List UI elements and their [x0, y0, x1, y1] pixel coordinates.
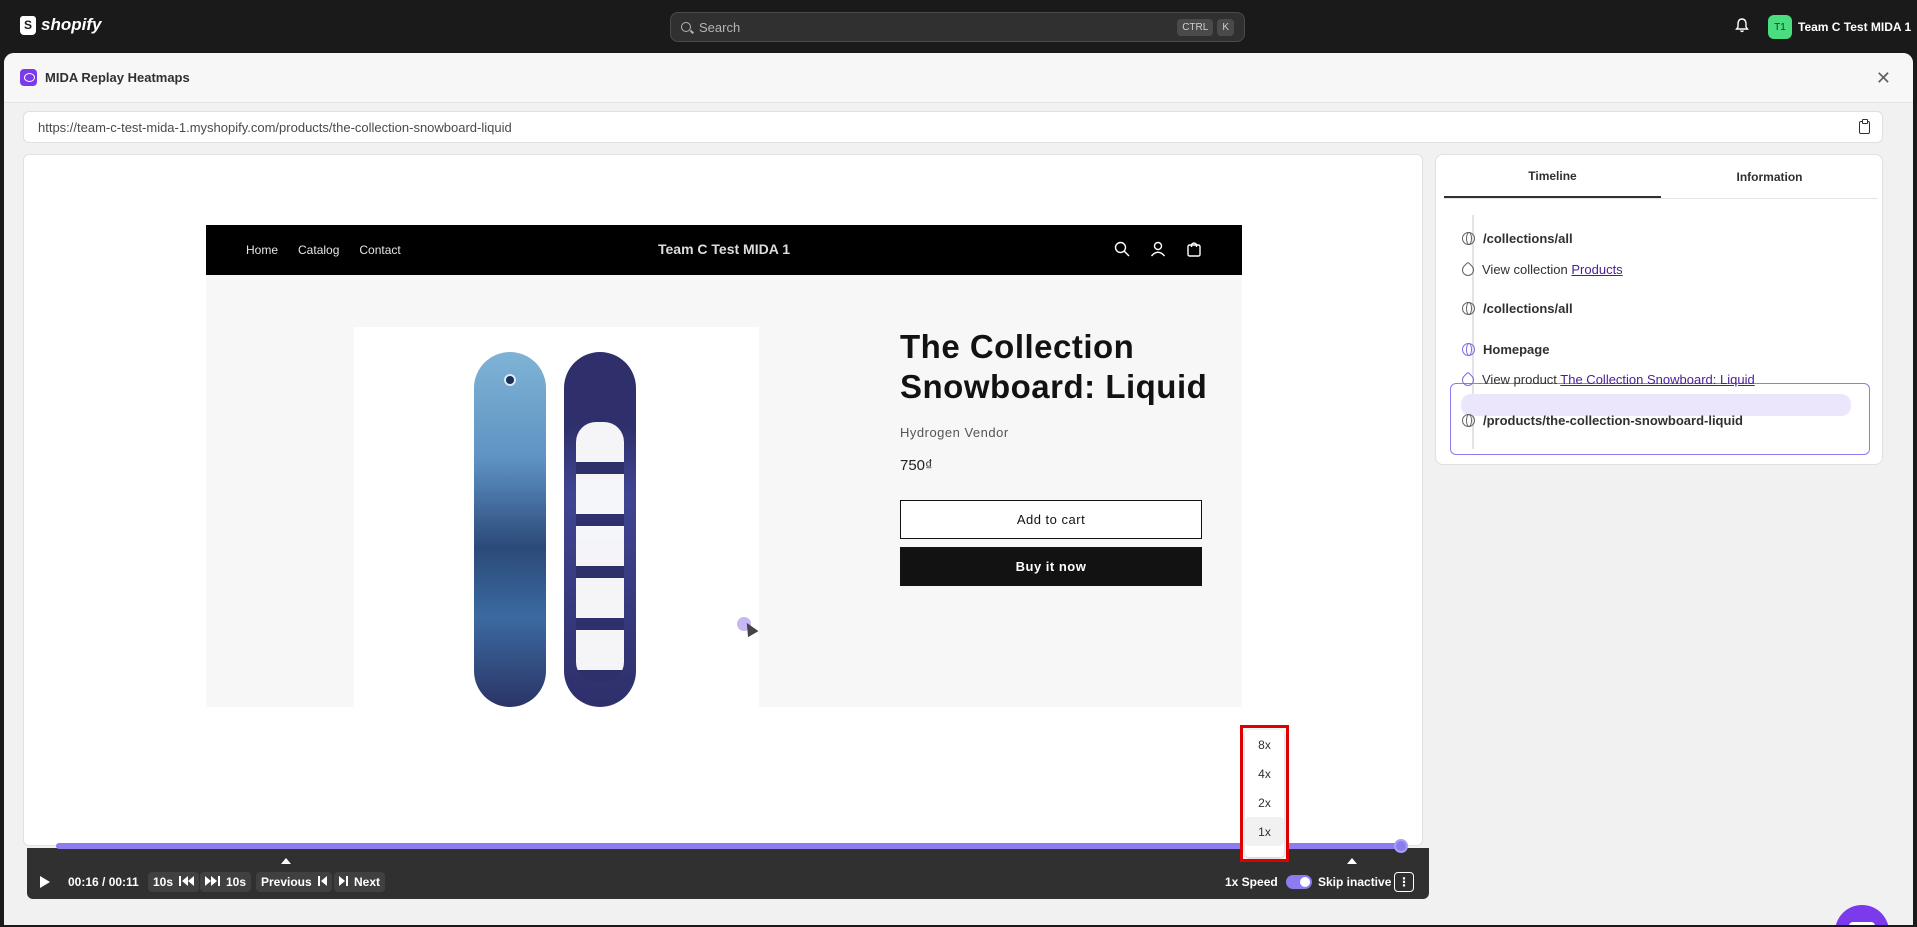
more-options-button[interactable]: ⋮	[1394, 872, 1414, 892]
store-account-icon[interactable]	[1150, 241, 1166, 257]
time-display: 00:16 / 00:11	[68, 875, 139, 889]
globe-icon	[1462, 414, 1475, 427]
timeline-item[interactable]: /collections/all	[1462, 231, 1573, 246]
product-vendor: Hydrogen Vendor	[900, 425, 1009, 440]
globe-icon	[1462, 343, 1475, 356]
shortcut-k: K	[1217, 18, 1234, 36]
search-input[interactable]: Search CTRL K	[670, 12, 1245, 42]
url-bar: https://team-c-test-mida-1.myshopify.com…	[23, 111, 1883, 143]
skip-inactive-control[interactable]: Skip inactive	[1286, 871, 1391, 893]
forward-label: 10s	[226, 875, 247, 889]
shopify-bag-icon	[20, 15, 36, 35]
speed-option-1x[interactable]: 1x	[1245, 817, 1284, 846]
globe-icon	[1462, 302, 1475, 315]
rewind-icon	[178, 875, 195, 889]
speed-menu: 8x 4x 2x 1x	[1245, 730, 1284, 857]
timeline-panel: Timeline Information /collections/all Vi…	[1435, 154, 1883, 465]
play-icon	[40, 876, 50, 888]
user-menu[interactable]: T1 Team C Test MIDA 1	[1768, 15, 1911, 39]
add-to-cart-button[interactable]: Add to cart	[900, 500, 1202, 539]
app-title: MIDA Replay Heatmaps	[45, 70, 190, 85]
timeline-item[interactable]: /collections/all	[1462, 301, 1573, 316]
speed-option-2x[interactable]: 2x	[1245, 788, 1284, 817]
product-image	[354, 327, 759, 707]
timeline-item[interactable]: View product The Collection Snowboard: L…	[1459, 371, 1755, 388]
app-frame: MIDA Replay Heatmaps ✕ https://team-c-te…	[4, 53, 1913, 925]
progress-bar[interactable]	[56, 839, 1408, 853]
rewind-10s-button[interactable]: 10s	[148, 872, 200, 892]
tab-timeline[interactable]: Timeline	[1444, 155, 1661, 198]
product-price: 750₫	[900, 457, 933, 474]
next-icon	[339, 875, 349, 889]
chat-button[interactable]	[1835, 905, 1889, 925]
timeline-item-text: /collections/all	[1483, 301, 1573, 316]
product-info: The Collection Snowboard: Liquid Hydroge…	[900, 327, 1210, 586]
timeline-item[interactable]: /products/the-collection-snowboard-liqui…	[1462, 413, 1743, 428]
forward-icon	[205, 875, 221, 889]
forward-10s-button[interactable]: 10s	[200, 872, 252, 892]
tag-icon	[1459, 261, 1477, 278]
snowboard-blue-image	[474, 352, 546, 707]
skip-inactive-label: Skip inactive	[1318, 875, 1392, 889]
previous-button[interactable]: Previous	[256, 872, 332, 892]
tag-icon	[1459, 371, 1477, 388]
buy-now-button[interactable]: Buy it now	[900, 547, 1202, 586]
speed-option-4x[interactable]: 4x	[1245, 759, 1284, 788]
app-header: MIDA Replay Heatmaps ✕	[4, 53, 1913, 103]
search-icon	[681, 22, 691, 32]
user-name: Team C Test MIDA 1	[1798, 20, 1912, 34]
snowboard-purple-image	[564, 352, 636, 707]
store-name[interactable]: Team C Test MIDA 1	[206, 241, 1242, 257]
speed-button[interactable]: 1x Speed	[1225, 871, 1278, 893]
store-nav: Home Catalog Contact Team C Test MIDA 1	[206, 225, 1242, 275]
shortcut-ctrl: CTRL	[1177, 18, 1214, 36]
timeline-marker[interactable]	[1347, 858, 1357, 864]
timeline-item[interactable]: View collection Products	[1459, 261, 1623, 278]
previous-icon	[317, 875, 327, 889]
product-title: The Collection Snowboard: Liquid	[900, 328, 1208, 405]
next-button[interactable]: Next	[334, 872, 386, 892]
store-preview: Home Catalog Contact Team C Test MIDA 1 …	[206, 225, 1242, 707]
store-cart-icon[interactable]	[1186, 241, 1202, 257]
app-logo-icon	[20, 69, 37, 86]
timeline-item-prefix: View collection	[1482, 262, 1572, 277]
timeline-item-link[interactable]: Products	[1571, 262, 1622, 277]
timeline-marker[interactable]	[281, 858, 291, 864]
shopify-topbar: shopify Search CTRL K T1 Team C Test MID…	[0, 0, 1917, 53]
play-button[interactable]	[40, 871, 50, 893]
store-search-icon[interactable]	[1114, 241, 1130, 257]
avatar: T1	[1768, 15, 1792, 39]
shopify-logo[interactable]: shopify	[20, 15, 101, 35]
tab-information[interactable]: Information	[1661, 155, 1878, 198]
shopify-brand-text: shopify	[41, 15, 102, 34]
previous-label: Previous	[261, 875, 312, 889]
search-placeholder: Search	[699, 19, 741, 35]
replay-player: Home Catalog Contact Team C Test MIDA 1 …	[23, 154, 1423, 846]
speed-option-8x[interactable]: 8x	[1245, 730, 1284, 759]
bell-icon[interactable]	[1735, 18, 1749, 33]
globe-icon	[1462, 232, 1475, 245]
url-text: https://team-c-test-mida-1.myshopify.com…	[38, 119, 512, 135]
rewind-label: 10s	[153, 875, 174, 889]
skip-inactive-toggle[interactable]	[1286, 875, 1312, 889]
clipboard-icon[interactable]	[1859, 119, 1870, 134]
timeline-item-prefix: View product	[1482, 372, 1561, 387]
progress-knob[interactable]	[1394, 839, 1408, 853]
timeline-item-text: Homepage	[1483, 342, 1550, 357]
close-icon[interactable]: ✕	[1876, 68, 1891, 89]
timeline-item-text: /products/the-collection-snowboard-liqui…	[1483, 413, 1743, 428]
timeline-item-link[interactable]: The Collection Snowboard: Liquid	[1560, 372, 1754, 387]
speed-menu-highlight: 8x 4x 2x 1x	[1240, 725, 1289, 862]
timeline-item-text: /collections/all	[1483, 231, 1573, 246]
next-label: Next	[354, 875, 381, 889]
timeline-item[interactable]: Homepage	[1462, 342, 1549, 357]
